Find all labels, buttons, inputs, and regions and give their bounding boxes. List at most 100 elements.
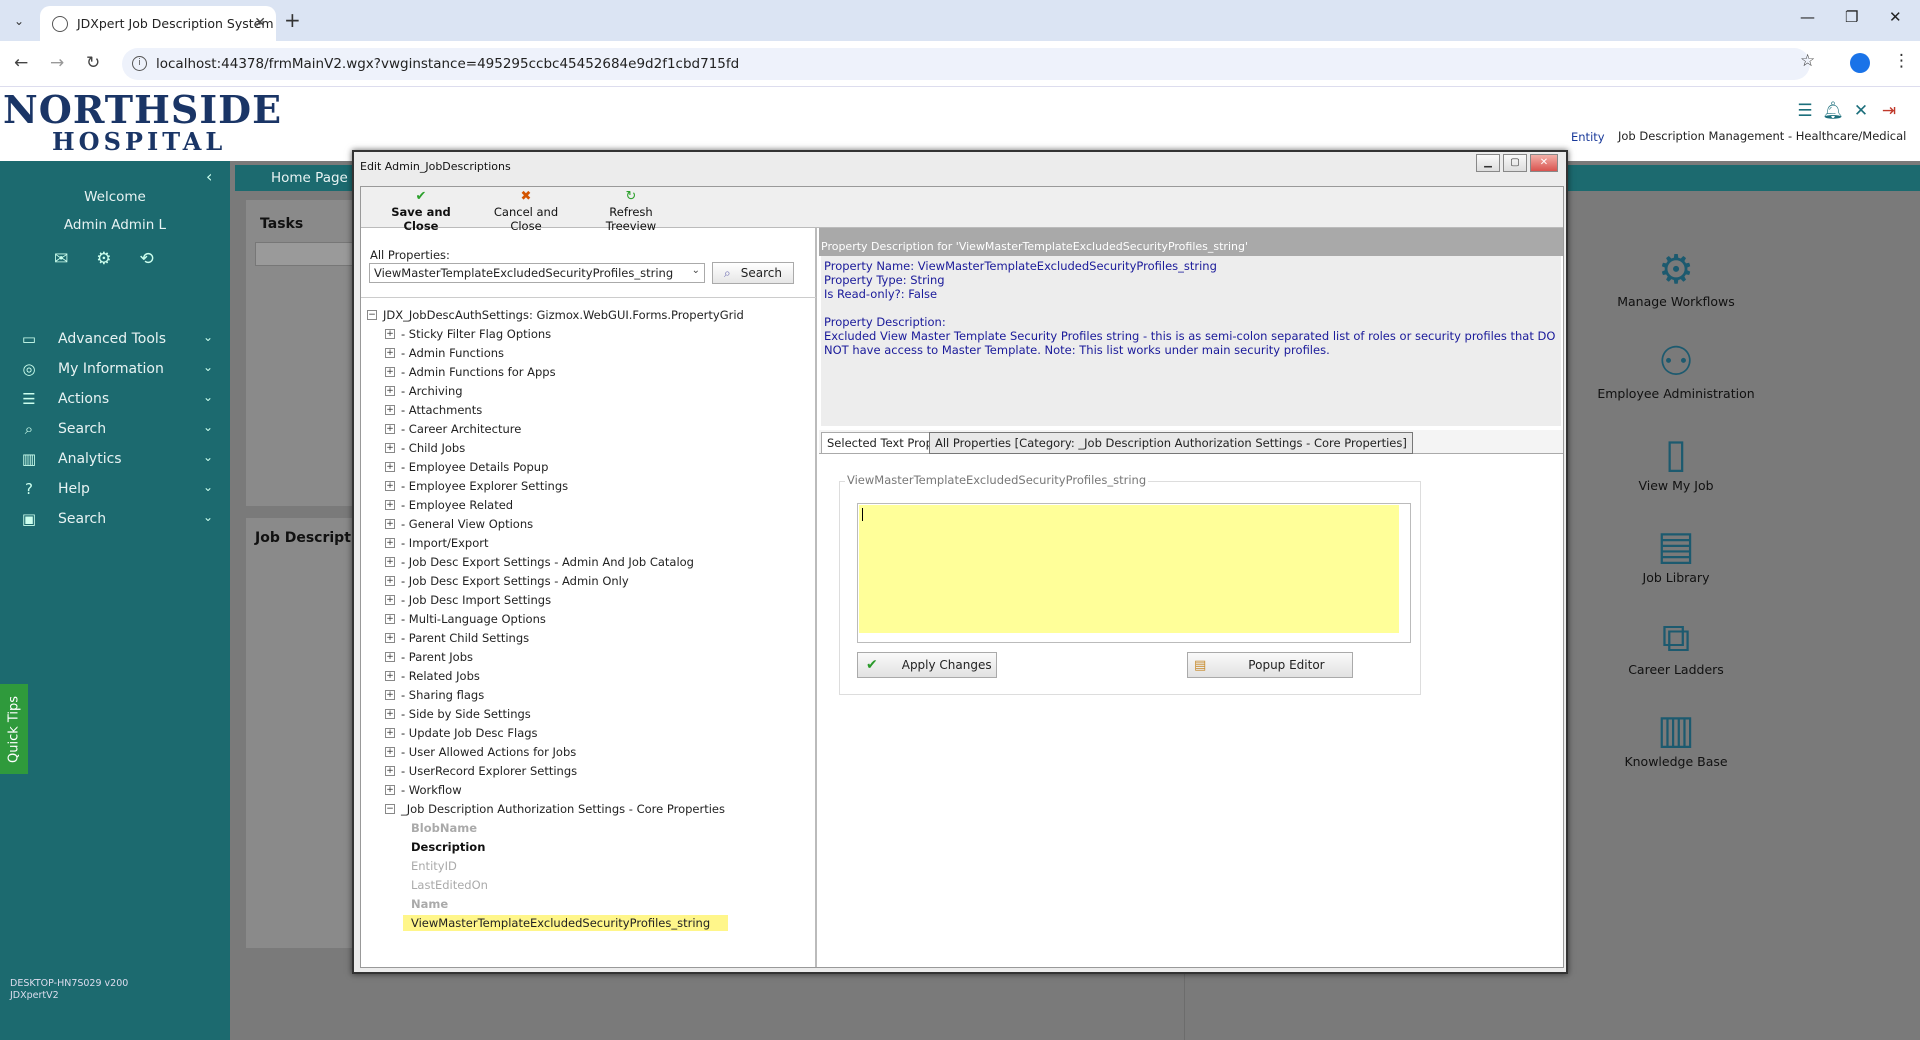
tab-home-page[interactable]: Home Page <box>235 165 355 191</box>
tab-search-dropdown-icon[interactable]: ⌄ <box>8 10 30 32</box>
site-info-icon[interactable]: i <box>132 56 147 71</box>
quick-link-manage-workflows[interactable]: ⚙ Manage Workflows <box>1576 246 1776 309</box>
sidebar-item-search-people[interactable]: ▣ Search ⌄ <box>18 504 213 534</box>
tab-all-properties[interactable]: All Properties [Category: _Job Descripti… <box>929 432 1413 454</box>
expand-node-icon[interactable]: + <box>385 575 395 586</box>
logout-icon[interactable]: ⇥ <box>1878 101 1900 121</box>
tasks-filter-input[interactable] <box>255 242 355 266</box>
tree-category-node[interactable]: + - Parent Child Settings <box>367 628 815 647</box>
tree-leaf-entityid[interactable]: EntityID <box>367 856 815 875</box>
bookmark-star-icon[interactable]: ☆ <box>1800 51 1815 71</box>
bell-icon[interactable]: 🔔︎ <box>1822 101 1844 121</box>
expand-node-icon[interactable]: + <box>385 499 395 510</box>
expand-node-icon[interactable]: + <box>385 765 395 776</box>
expand-node-icon[interactable]: + <box>385 594 395 605</box>
expand-node-icon[interactable]: + <box>385 784 395 795</box>
tree-category-node[interactable]: + - Related Jobs <box>367 666 815 685</box>
sidebar-item-help[interactable]: ? Help ⌄ <box>18 474 213 504</box>
tree-category-node[interactable]: + - Employee Explorer Settings <box>367 476 815 495</box>
tree-category-node[interactable]: + - Archiving <box>367 381 815 400</box>
tree-category-node[interactable]: + - Admin Functions for Apps <box>367 362 815 381</box>
quick-link-view-my-job[interactable]: ▯ View My Job <box>1576 430 1776 493</box>
expand-node-icon[interactable]: + <box>385 537 395 548</box>
quick-link-career-ladders[interactable]: ⧉ Career Ladders <box>1576 614 1776 677</box>
tree-leaf-name[interactable]: Name <box>367 894 815 913</box>
expand-node-icon[interactable]: + <box>385 442 395 453</box>
expand-node-icon[interactable]: + <box>385 347 395 358</box>
expand-node-icon[interactable]: + <box>385 670 395 681</box>
expand-node-icon[interactable]: + <box>385 556 395 567</box>
tools-icon[interactable]: ✕ <box>1850 101 1872 121</box>
url-field[interactable]: i localhost:44378/frmMainV2.wgx?vwginsta… <box>122 48 1810 80</box>
tree-category-node[interactable]: + - Sticky Filter Flag Options <box>367 324 815 343</box>
expand-node-icon[interactable]: + <box>385 385 395 396</box>
expand-node-icon[interactable]: + <box>385 708 395 719</box>
collapse-node-icon[interactable]: − <box>367 309 377 320</box>
tree-leaf-lasteditedon[interactable]: LastEditedOn <box>367 875 815 894</box>
tree-category-node[interactable]: + - Job Desc Export Settings - Admin And … <box>367 552 815 571</box>
reload-icon[interactable]: ↻ <box>86 53 100 73</box>
sidebar-item-advanced-tools[interactable]: ▭ Advanced Tools ⌄ <box>18 324 213 354</box>
tree-leaf-blobname[interactable]: BlobName <box>367 818 815 837</box>
minimize-icon[interactable]: — <box>1800 8 1815 26</box>
tree-category-node[interactable]: + - UserRecord Explorer Settings <box>367 761 815 780</box>
sidebar-item-my-information[interactable]: ◎ My Information ⌄ <box>18 354 213 384</box>
tree-category-node[interactable]: + - General View Options <box>367 514 815 533</box>
close-tab-icon[interactable]: ✕ <box>254 15 266 31</box>
tree-category-node[interactable]: + - Employee Related <box>367 495 815 514</box>
sidebar-item-analytics[interactable]: ▥ Analytics ⌄ <box>18 444 213 474</box>
apply-changes-button[interactable]: ✔ Apply Changes <box>857 652 997 678</box>
tree-category-node[interactable]: + - Admin Functions <box>367 343 815 362</box>
expand-node-icon[interactable]: + <box>385 727 395 738</box>
expand-node-icon[interactable]: + <box>385 746 395 757</box>
expand-node-icon[interactable]: + <box>385 366 395 377</box>
entity-link[interactable]: Entity <box>1571 130 1605 144</box>
save-and-close-button[interactable]: ✔ Save and Close <box>375 189 467 233</box>
back-icon[interactable]: ← <box>14 53 28 73</box>
sidebar-item-actions[interactable]: ☰ Actions ⌄ <box>18 384 213 414</box>
tree-category-node[interactable]: + - Employee Details Popup <box>367 457 815 476</box>
expand-node-icon[interactable]: + <box>385 423 395 434</box>
collapse-sidebar-icon[interactable]: ‹ <box>206 167 212 186</box>
dialog-close-button[interactable]: ✕ <box>1530 154 1558 172</box>
dialog-maximize-button[interactable]: ▢ <box>1503 154 1527 172</box>
property-value-textarea[interactable] <box>857 503 1411 643</box>
tree-leaf-selected[interactable]: ViewMasterTemplateExcludedSecurityProfil… <box>367 913 815 932</box>
tree-category-node[interactable]: + - User Allowed Actions for Jobs <box>367 742 815 761</box>
profile-avatar-icon[interactable] <box>1850 53 1870 73</box>
quick-link-employee-administration[interactable]: ⚇ Employee Administration <box>1576 338 1776 401</box>
window-close-icon[interactable]: ✕ <box>1889 8 1902 26</box>
cancel-and-close-button[interactable]: ✖ Cancel and Close <box>479 189 573 233</box>
tree-category-node[interactable]: + - Parent Jobs <box>367 647 815 666</box>
quick-tips-tab[interactable]: Quick Tips <box>0 684 28 774</box>
sidebar-item-search[interactable]: ⌕ Search ⌄ <box>18 414 213 444</box>
browser-tab[interactable]: JDXpert Job Description System ✕ <box>40 6 276 41</box>
tree-category-node[interactable]: + - Attachments <box>367 400 815 419</box>
tree-category-node[interactable]: + - Career Architecture <box>367 419 815 438</box>
expand-node-icon[interactable]: + <box>385 461 395 472</box>
switch-user-icon[interactable]: ⟲ <box>140 249 154 269</box>
tree-category-node[interactable]: + - Workflow <box>367 780 815 799</box>
tree-category-node[interactable]: + - Job Desc Export Settings - Admin Only <box>367 571 815 590</box>
tree-category-node[interactable]: + - Child Jobs <box>367 438 815 457</box>
property-value-text[interactable] <box>859 505 1399 633</box>
hierarchy-menu-icon[interactable]: ☰ <box>1794 101 1816 121</box>
expand-node-icon[interactable]: + <box>385 613 395 624</box>
tree-leaf-description[interactable]: Description <box>367 837 815 856</box>
expand-node-icon[interactable]: + <box>385 480 395 491</box>
popup-editor-button[interactable]: ▤ Popup Editor <box>1187 652 1353 678</box>
collapse-node-icon[interactable]: − <box>385 803 395 814</box>
expand-node-icon[interactable]: + <box>385 632 395 643</box>
dialog-minimize-button[interactable]: ▁ <box>1476 154 1500 172</box>
tree-category-node[interactable]: + - Sharing flags <box>367 685 815 704</box>
quick-link-job-library[interactable]: ▤ Job Library <box>1576 522 1776 585</box>
browser-menu-icon[interactable]: ⋮ <box>1893 51 1910 71</box>
search-button[interactable]: ⌕ Search <box>712 262 794 284</box>
tree-category-node[interactable]: + - Update Job Desc Flags <box>367 723 815 742</box>
expand-node-icon[interactable]: + <box>385 689 395 700</box>
forward-icon[interactable]: → <box>50 53 64 73</box>
tree-category-node[interactable]: + - Job Desc Import Settings <box>367 590 815 609</box>
all-properties-select[interactable]: ViewMasterTemplateExcludedSecurityProfil… <box>369 263 705 283</box>
expand-node-icon[interactable]: + <box>385 651 395 662</box>
quick-link-knowledge-base[interactable]: ▥ Knowledge Base <box>1576 706 1776 769</box>
